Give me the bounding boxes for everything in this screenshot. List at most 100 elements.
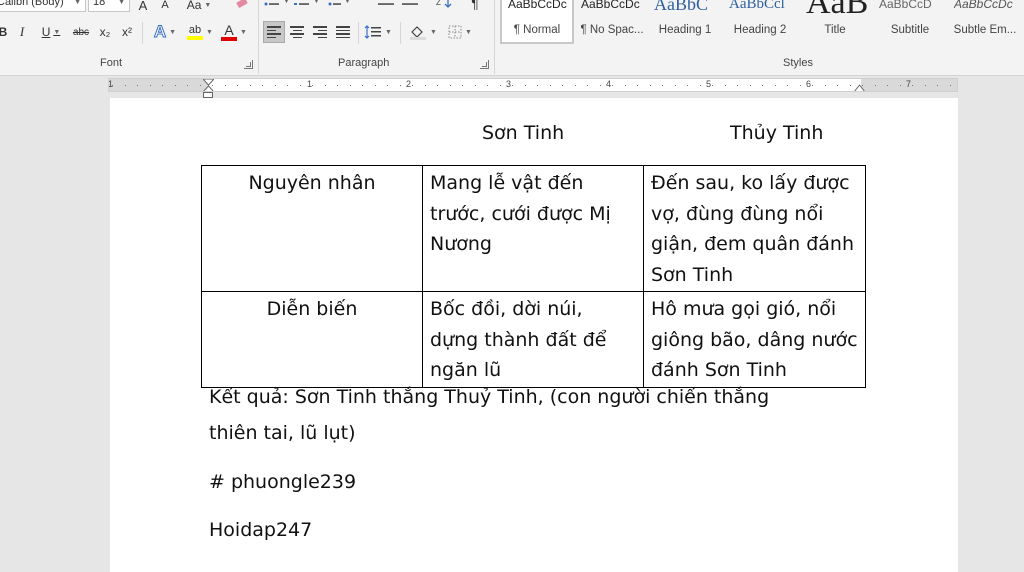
ruler-number: 3 xyxy=(506,79,512,89)
increase-indent-button[interactable] xyxy=(400,0,420,12)
style-heading-2[interactable]: AaBbCcl Heading 2 xyxy=(723,0,797,44)
font-dialog-launcher-icon[interactable] xyxy=(244,60,253,69)
ruler-mark xyxy=(199,85,201,86)
ruler-mark xyxy=(424,85,426,86)
ruler-mark xyxy=(699,85,701,86)
table-cell[interactable]: Đến sau, ko lấy được vợ, đùng đùng nổi g… xyxy=(643,165,866,292)
ruler-mark xyxy=(774,85,776,86)
ruler-mark xyxy=(299,85,301,86)
strikethrough-button[interactable]: abc xyxy=(70,21,92,43)
decrease-indent-button[interactable] xyxy=(376,0,396,12)
bold-button[interactable]: B xyxy=(0,21,10,43)
ruler-number: 1 xyxy=(108,79,114,89)
line-spacing-button[interactable]: ▼ xyxy=(362,21,394,43)
ruler-mark xyxy=(149,85,151,86)
ruler-number: 2 xyxy=(406,79,412,89)
font-color-button[interactable]: A ▼ xyxy=(218,21,250,43)
styles-gallery: AaBbCcDc ¶ Normal AaBbCcDc ¶ No Spac... … xyxy=(498,0,1024,48)
ruler-mark xyxy=(737,85,738,86)
multilevel-list-icon xyxy=(328,2,342,6)
numbering-icon xyxy=(294,3,310,5)
ruler-mark xyxy=(762,85,763,86)
font-size-box[interactable]: 18 ▼ xyxy=(88,0,130,12)
styles-group-label: Styles xyxy=(783,57,813,69)
highlight-button[interactable]: ab ▼ xyxy=(184,21,216,43)
ruler-mark xyxy=(887,85,888,86)
borders-button[interactable]: ▼ xyxy=(444,21,476,43)
ruler-mark xyxy=(362,85,363,86)
table-cell[interactable]: Mang lễ vật đến trước, cưới được Mị Nươn… xyxy=(422,165,644,292)
show-marks-button[interactable]: ¶ xyxy=(466,0,484,14)
style-subtitle[interactable]: AaBbCcD Subtitle xyxy=(873,0,947,44)
clear-formatting-icon[interactable] xyxy=(232,0,252,14)
ruler-mark xyxy=(874,85,876,86)
separator xyxy=(358,22,359,44)
align-center-icon xyxy=(290,26,304,38)
ruler-mark xyxy=(562,85,563,86)
justify-icon xyxy=(336,26,350,38)
right-indent-marker[interactable] xyxy=(854,84,865,92)
ruler-mark xyxy=(462,85,463,86)
ruler-mark xyxy=(324,85,326,86)
first-line-indent-marker[interactable] xyxy=(203,79,214,92)
style-no-spacing[interactable]: AaBbCcDc ¶ No Spac... xyxy=(575,0,649,44)
align-center-button[interactable] xyxy=(287,21,307,43)
shading-button[interactable]: ▼ xyxy=(406,21,440,43)
ruler-mark xyxy=(399,85,401,86)
ruler-mark xyxy=(849,85,851,86)
change-case-button[interactable]: Aa ▼ xyxy=(182,0,216,16)
align-left-button[interactable] xyxy=(263,21,285,43)
bullets-button[interactable]: ▼ xyxy=(264,0,290,12)
align-right-button[interactable] xyxy=(310,21,330,43)
table-cell-label[interactable]: Nguyên nhân xyxy=(201,165,423,292)
font-name-value: Calibri (Body) xyxy=(0,0,64,8)
ruler-mark xyxy=(537,85,538,86)
table-cell-label[interactable]: Diễn biến xyxy=(201,291,423,388)
ruler-mark xyxy=(949,85,951,86)
numbering-button[interactable]: ▼ xyxy=(294,0,320,12)
ruler-mark xyxy=(574,85,576,86)
shrink-font-button[interactable]: A xyxy=(156,0,174,16)
text-effects-icon: A xyxy=(153,22,167,42)
style-heading-1[interactable]: AaBbC Heading 1 xyxy=(648,0,722,44)
ruler-mark xyxy=(124,85,126,86)
ruler-mark xyxy=(637,85,638,86)
ruler-mark xyxy=(112,85,113,86)
ruler-mark xyxy=(812,85,813,86)
style-normal[interactable]: AaBbCcDc ¶ Normal xyxy=(500,0,574,44)
text-effects-button[interactable]: A ▼ xyxy=(150,21,180,43)
superscript-button[interactable]: x² xyxy=(118,21,136,43)
ruler-mark xyxy=(174,85,176,86)
multilevel-list-button[interactable]: ▼ xyxy=(324,0,352,12)
table-cell[interactable]: Bốc đồi, dời núi, dựng thành đất để ngăn… xyxy=(422,291,644,388)
italic-button[interactable]: I xyxy=(14,21,30,43)
table-cell[interactable]: Hô mưa gọi gió, nổi giông bão, dâng nước… xyxy=(643,291,866,388)
document-page[interactable]: Sơn Tinh Thủy Tinh Nguyên nhân Mang lễ v… xyxy=(110,98,958,572)
ruler-mark xyxy=(224,85,226,86)
paragraph-dialog-launcher-icon[interactable] xyxy=(480,60,489,69)
horizontal-ruler[interactable]: 1 1 2 3 4 5 6 7 xyxy=(108,78,958,92)
highlighter-icon: ab xyxy=(187,24,204,40)
style-subtle-emphasis[interactable]: AaBbCcDc Subtle Em... xyxy=(948,0,1022,44)
ruler-mark xyxy=(924,85,926,86)
hashtag-line: # phuongle239 xyxy=(209,471,357,493)
font-name-box[interactable]: Calibri (Body) ▼ xyxy=(0,0,86,12)
ruler-mark xyxy=(599,85,601,86)
comparison-table: Nguyên nhân Mang lễ vật đến trước, cưới … xyxy=(201,165,866,388)
subscript-button[interactable]: x₂ xyxy=(96,21,114,43)
grow-font-button[interactable]: A xyxy=(134,0,152,16)
column-header-son-tinh: Sơn Tinh xyxy=(482,122,565,144)
ruler-mark xyxy=(474,85,476,86)
underline-button[interactable]: U ▼ xyxy=(36,21,66,43)
ruler-mark xyxy=(824,85,826,86)
ruler-mark xyxy=(899,85,901,86)
ruler-mark xyxy=(712,85,713,86)
ruler-mark xyxy=(512,85,513,86)
ruler-mark xyxy=(374,85,376,86)
ruler-mark xyxy=(487,85,488,86)
sort-button[interactable]: Z xyxy=(434,0,454,14)
justify-button[interactable] xyxy=(333,21,353,43)
result-line-1: Kết quả: Sơn Tinh thắng Thuỷ Tinh, (con … xyxy=(209,386,770,408)
style-title[interactable]: AaB Title xyxy=(798,0,872,44)
ruler-mark xyxy=(249,85,251,86)
